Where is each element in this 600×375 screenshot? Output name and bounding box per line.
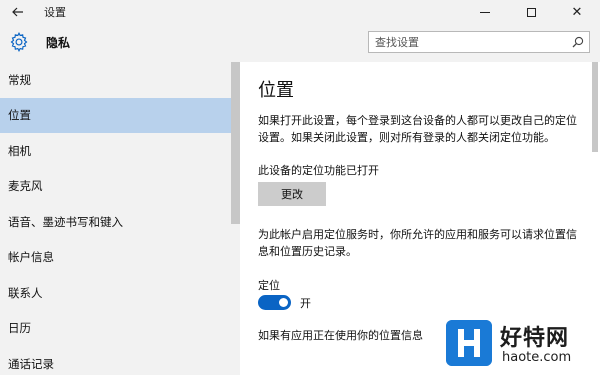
sidebar-scrollbar[interactable] (231, 62, 240, 224)
search-box[interactable] (368, 31, 590, 53)
content-scrollbar-thumb[interactable] (592, 62, 598, 152)
page-title: 位置 (258, 80, 294, 101)
device-location-status: 此设备的定位功能已打开 (258, 164, 379, 177)
minimize-button[interactable] (462, 0, 508, 24)
window-controls: ✕ (462, 0, 600, 24)
toggle-state-label: 开 (300, 297, 311, 310)
sidebar-item-label: 联系人 (8, 285, 43, 300)
maximize-button[interactable] (508, 0, 554, 24)
toggle-knob (279, 298, 288, 307)
change-button[interactable]: 更改 (258, 182, 326, 206)
close-icon: ✕ (571, 4, 583, 20)
account-location-description: 为此帐户启用定位服务时，你所允许的应用和服务可以请求位置信息和位置历史记录。 (258, 228, 577, 258)
sidebar-item-camera[interactable]: 相机 (0, 133, 240, 169)
location-toggle[interactable] (258, 295, 291, 310)
watermark-url: haote.com (502, 350, 572, 365)
sidebar-item-label: 位置 (8, 108, 31, 123)
search-input[interactable] (375, 32, 565, 52)
sidebar-item-label: 通话记录 (8, 356, 54, 371)
maximize-icon (526, 7, 536, 17)
watermark-name: 好特网 (500, 326, 570, 351)
sidebar-item-calendar[interactable]: 日历 (0, 311, 240, 347)
sidebar-item-speech-inking-typing[interactable]: 语音、墨迹书写和键入 (0, 204, 240, 240)
minimize-icon (480, 11, 490, 13)
gear-icon (10, 32, 28, 52)
sidebar-item-label: 日历 (8, 321, 31, 336)
sidebar-item-microphone[interactable]: 麦克风 (0, 169, 240, 205)
sidebar-item-account-info[interactable]: 帐户信息 (0, 240, 240, 276)
close-button[interactable]: ✕ (554, 0, 600, 24)
location-description: 如果打开此设置，每个登录到这台设备的人都可以更改自己的定位设置。如果关闭此设置，… (258, 114, 577, 144)
sidebar-item-contacts[interactable]: 联系人 (0, 275, 240, 311)
sidebar-item-label: 相机 (8, 143, 31, 158)
sidebar-item-general[interactable]: 常规 (0, 62, 240, 98)
watermark-logo-icon (446, 320, 492, 366)
sidebar-item-label: 语音、墨迹书写和键入 (8, 214, 123, 229)
back-arrow-icon[interactable] (0, 0, 36, 24)
watermark: 好特网 haote.com (446, 318, 596, 372)
sidebar-item-label: 常规 (8, 72, 31, 87)
sidebar-item-call-history[interactable]: 通话记录 (0, 346, 240, 375)
sidebar-item-label: 麦克风 (8, 179, 43, 194)
app-usage-description: 如果有应用正在使用你的位置信息 (258, 329, 423, 342)
search-icon[interactable] (572, 36, 584, 48)
sidebar-item-label: 帐户信息 (8, 250, 54, 265)
sidebar-nav: 常规 位置 相机 麦克风 语音、墨迹书写和键入 帐户信息 联系人 日历 通话记录 (0, 62, 240, 375)
window-title: 设置 (44, 6, 66, 19)
sidebar-item-location[interactable]: 位置 (0, 97, 240, 133)
settings-header: 隐私 (0, 24, 600, 62)
location-toggle-label: 定位 (258, 279, 280, 292)
title-bar: 设置 ✕ (0, 0, 600, 24)
page-category-title: 隐私 (46, 36, 71, 50)
settings-window: 设置 ✕ 隐私 查找设置 常规 位置 相机 麦克风 语音、墨迹书写和键入 帐户信… (0, 0, 600, 375)
